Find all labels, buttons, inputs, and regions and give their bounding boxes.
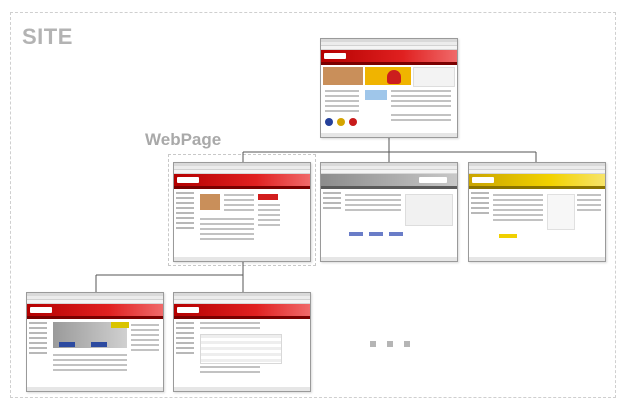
webpage-thumbnail-3[interactable] — [468, 162, 606, 262]
ellipsis-dot — [387, 341, 393, 347]
ellipsis-dot — [404, 341, 410, 347]
subpage-thumbnail-2[interactable] — [173, 292, 311, 392]
subpage-thumbnail-1[interactable] — [26, 292, 164, 392]
ellipsis-dot — [370, 341, 376, 347]
more-pages-ellipsis — [370, 334, 421, 352]
webpage-thumbnail-1[interactable] — [173, 162, 311, 262]
root-page-thumbnail[interactable] — [320, 38, 458, 138]
webpage-thumbnail-2[interactable] — [320, 162, 458, 262]
